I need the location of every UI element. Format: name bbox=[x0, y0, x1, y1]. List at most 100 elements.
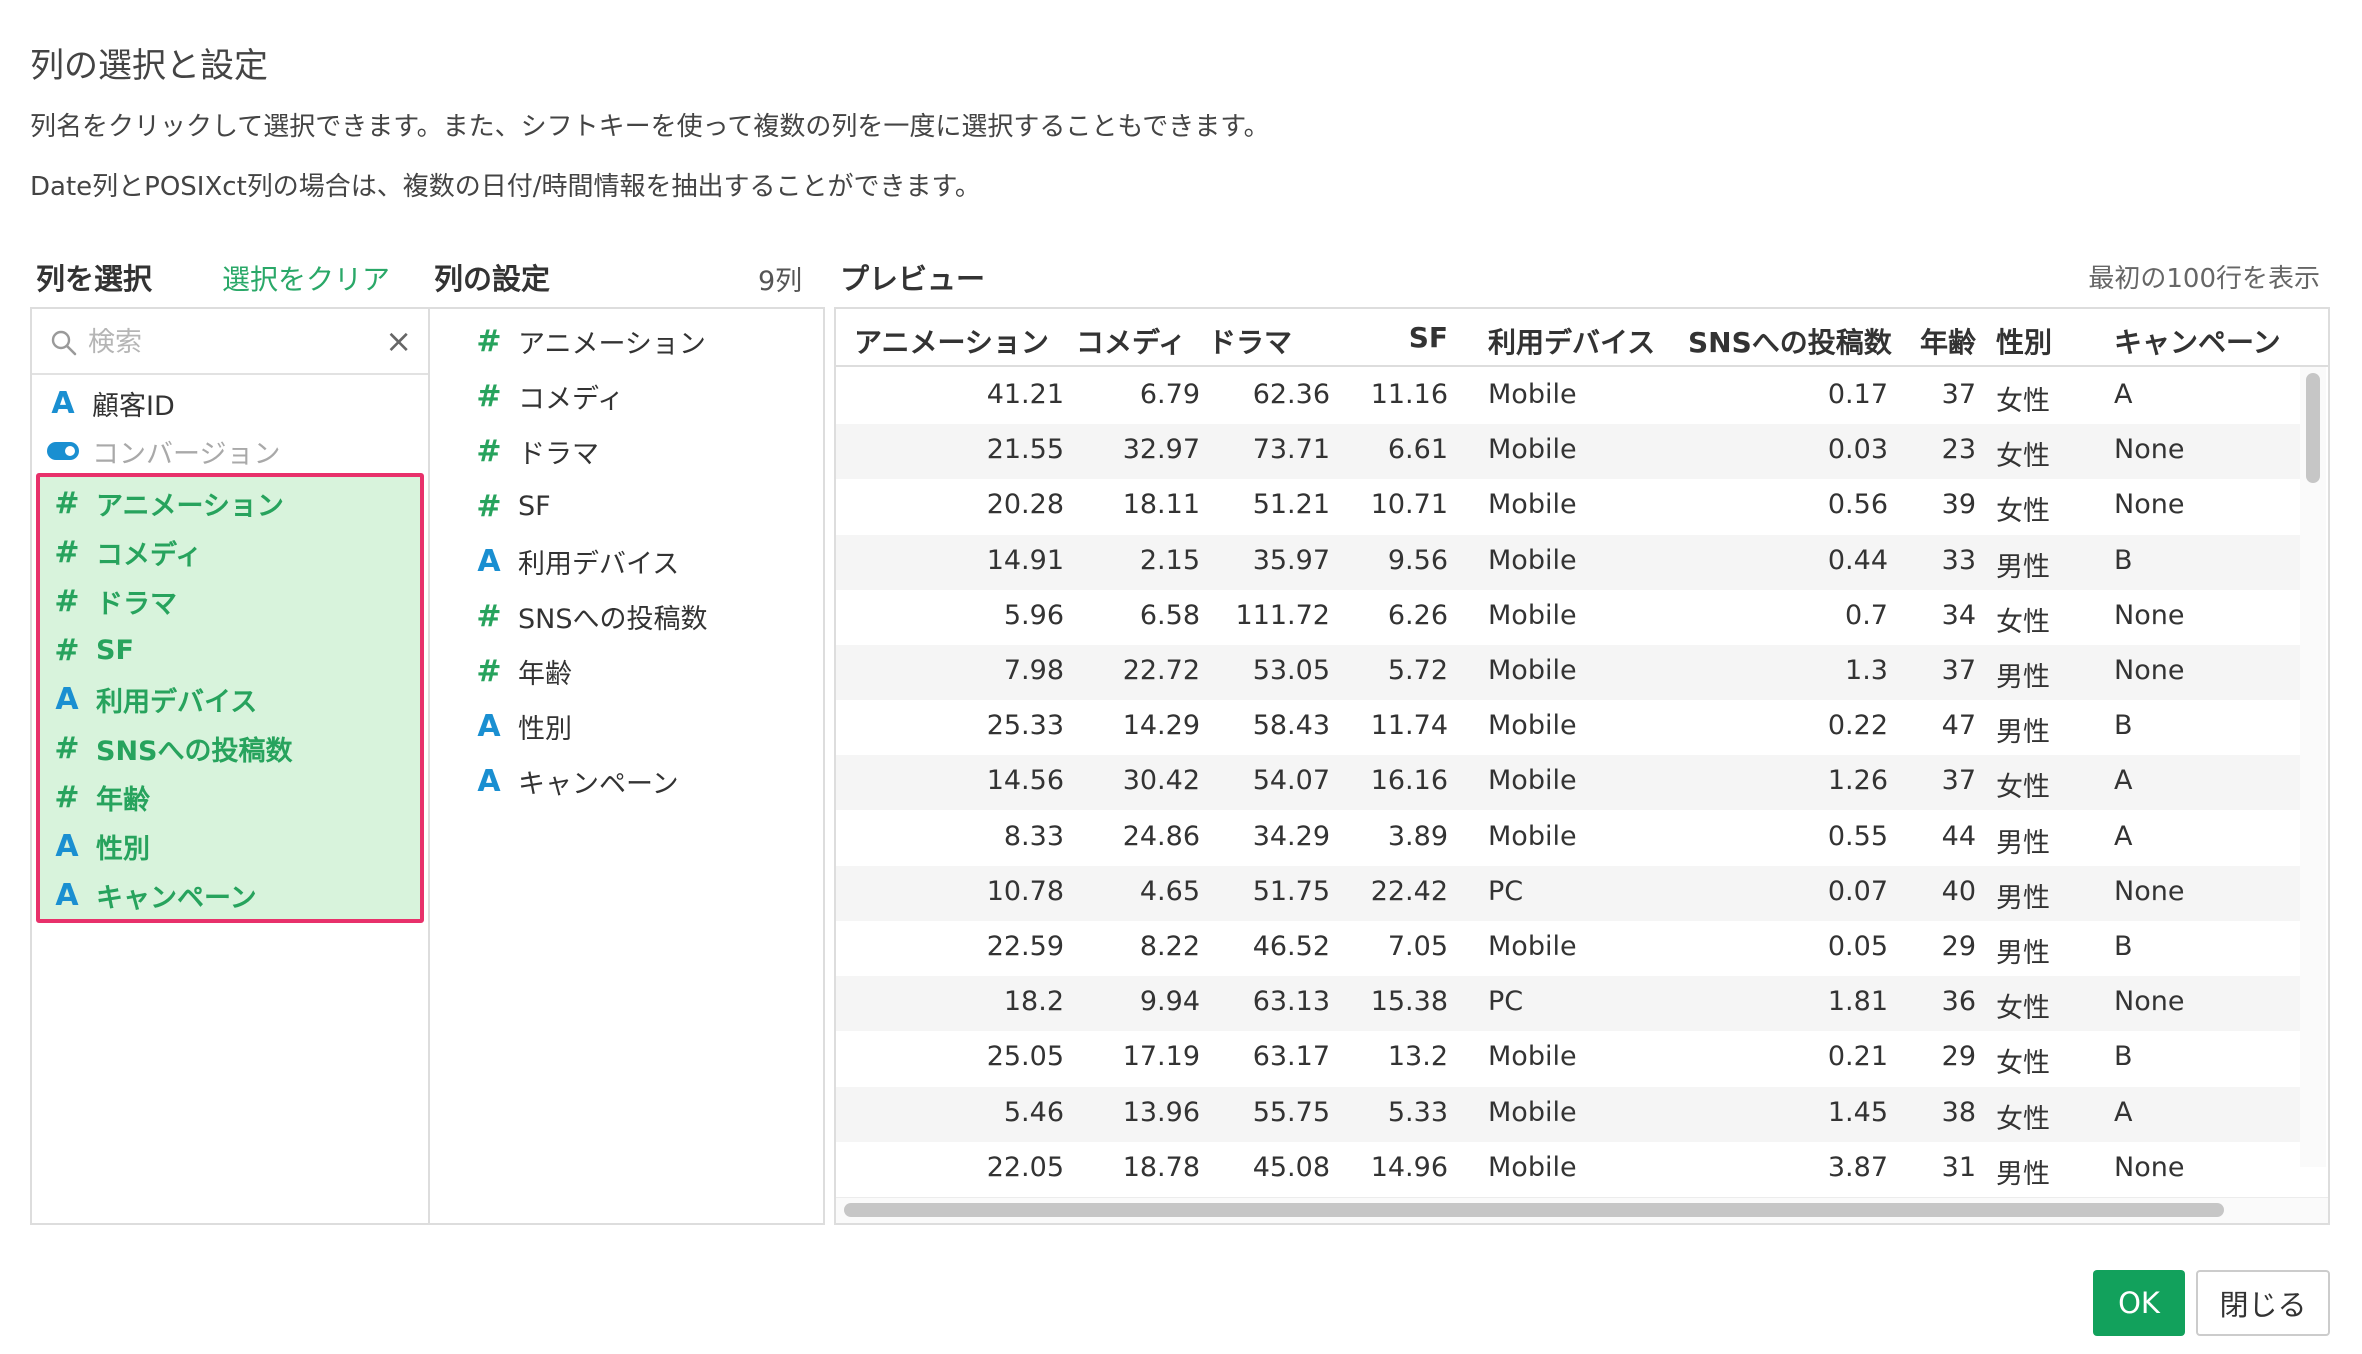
table-cell: 1.45 bbox=[1827, 1096, 1888, 1128]
horizontal-scrollbar[interactable] bbox=[836, 1197, 2328, 1223]
settings-item[interactable]: # SNSへの投稿数 bbox=[430, 592, 823, 640]
column-header: アニメーション bbox=[854, 326, 1049, 359]
table-cell: 54.07 bbox=[1252, 765, 1330, 797]
number-type-icon: # bbox=[476, 488, 502, 524]
table-cell: 2.15 bbox=[1139, 544, 1200, 576]
number-type-icon: # bbox=[54, 730, 80, 766]
table-cell: 7.05 bbox=[1387, 931, 1448, 962]
table-row: 8.33 24.86 34.29 3.89 Mobile 0.55 44 男性 A bbox=[836, 811, 2302, 866]
column-count: 9列 bbox=[758, 266, 803, 297]
table-cell: 0.05 bbox=[1827, 931, 1888, 962]
ok-button[interactable]: OK bbox=[2093, 1270, 2185, 1336]
table-cell: 32.97 bbox=[1122, 434, 1200, 466]
table-cell: 女性 bbox=[1996, 386, 2050, 417]
selected-item[interactable]: A 性別 bbox=[40, 822, 420, 870]
table-cell: Mobile bbox=[1488, 655, 1577, 686]
table-cell: None bbox=[2114, 434, 2185, 466]
close-icon[interactable]: × bbox=[385, 323, 412, 359]
settings-item[interactable]: # コメディ bbox=[430, 372, 823, 420]
settings-item[interactable]: A 利用デバイス bbox=[430, 537, 823, 585]
vertical-scrollbar-thumb[interactable] bbox=[2306, 373, 2320, 483]
table-cell: 16.16 bbox=[1370, 765, 1448, 797]
table-cell: 9.56 bbox=[1387, 544, 1448, 576]
settings-item-label: ドラマ bbox=[518, 438, 599, 470]
table-header: アニメーション コメディ ドラマ SF 利用デバイス SNSへの投稿数 年齢 性別 キャンペーン bbox=[836, 309, 2328, 367]
table-cell: 111.72 bbox=[1235, 599, 1330, 631]
table-cell: 22.59 bbox=[986, 931, 1064, 962]
column-select-panel: × A 顧客ID コンバージョン # アニメーション # コメディ # ドラマ bbox=[30, 307, 428, 1225]
table-cell: 女性 bbox=[1996, 496, 2050, 528]
table-cell: 1.3 bbox=[1845, 655, 1888, 686]
table-cell: 51.21 bbox=[1252, 489, 1330, 521]
list-item-label: 利用デバイス bbox=[96, 686, 258, 718]
table-cell: 女性 bbox=[1996, 993, 2050, 1025]
selected-item[interactable]: # アニメーション bbox=[40, 479, 420, 527]
column-header: 年齢 bbox=[1919, 326, 1976, 359]
table-cell: 73.71 bbox=[1252, 434, 1330, 466]
list-item-conversion[interactable]: コンバージョン bbox=[32, 427, 428, 475]
settings-item[interactable]: # 年齢 bbox=[430, 647, 823, 695]
table-cell: Mobile bbox=[1488, 1041, 1577, 1073]
selected-item[interactable]: # 年齢 bbox=[40, 773, 420, 821]
selected-item[interactable]: # ドラマ bbox=[40, 577, 420, 625]
table-cell: 29 bbox=[1941, 931, 1976, 962]
table-cell: 18.2 bbox=[1003, 986, 1064, 1018]
selected-item[interactable]: # SF bbox=[40, 626, 420, 674]
table-row: 22.59 8.22 46.52 7.05 Mobile 0.05 29 男性 B bbox=[836, 921, 2302, 976]
horizontal-scrollbar-thumb[interactable] bbox=[844, 1203, 2224, 1217]
list-item-customer-id[interactable]: A 顧客ID bbox=[32, 379, 428, 427]
settings-item[interactable]: # ドラマ bbox=[430, 427, 823, 475]
table-cell: 22.05 bbox=[986, 1151, 1064, 1183]
dialog-title: 列の選択と設定 bbox=[30, 46, 268, 86]
table-cell: 13.96 bbox=[1122, 1096, 1200, 1128]
dialog-description-1: 列名をクリックして選択できます。また、シフトキーを使って複数の列を一度に選択する… bbox=[30, 112, 1270, 142]
table-cell: B bbox=[2114, 1041, 2133, 1073]
table-cell: Mobile bbox=[1488, 489, 1577, 521]
selected-item[interactable]: # コメディ bbox=[40, 528, 420, 576]
table-cell: 男性 bbox=[1996, 717, 2050, 749]
table-cell: 35.97 bbox=[1252, 544, 1330, 576]
table-cell: 44 bbox=[1941, 820, 1976, 852]
list-item-label: コメディ bbox=[96, 539, 203, 571]
number-type-icon: # bbox=[54, 534, 80, 570]
table-cell: Mobile bbox=[1488, 1151, 1577, 1183]
table-cell: 63.13 bbox=[1252, 986, 1330, 1018]
table-cell: B bbox=[2114, 931, 2133, 962]
list-item-label: 性別 bbox=[96, 833, 150, 865]
table-cell: 30.42 bbox=[1122, 765, 1200, 797]
table-cell: None bbox=[2114, 655, 2185, 686]
close-button[interactable]: 閉じる bbox=[2196, 1270, 2330, 1336]
preview-header: プレビュー bbox=[840, 262, 986, 296]
column-header: コメディ bbox=[1076, 326, 1187, 359]
selected-item[interactable]: A キャンペーン bbox=[40, 871, 420, 919]
clear-selection-link[interactable]: 選択をクリア bbox=[222, 258, 390, 298]
table-cell: 10.78 bbox=[986, 875, 1064, 907]
table-cell: 17.19 bbox=[1122, 1041, 1200, 1073]
settings-item[interactable]: A キャンペーン bbox=[430, 757, 823, 805]
settings-item-label: 利用デバイス bbox=[518, 548, 680, 580]
table-cell: Mobile bbox=[1488, 599, 1577, 631]
table-cell: 女性 bbox=[1996, 1103, 2050, 1135]
number-type-icon: # bbox=[54, 779, 80, 815]
table-cell: 6.58 bbox=[1139, 599, 1200, 631]
table-cell: A bbox=[2114, 379, 2133, 410]
table-cell: 0.7 bbox=[1845, 599, 1888, 631]
table-cell: 9.94 bbox=[1139, 986, 1200, 1018]
table-cell: 8.22 bbox=[1139, 931, 1200, 962]
table-cell: 3.87 bbox=[1827, 1151, 1888, 1183]
selected-item[interactable]: A 利用デバイス bbox=[40, 675, 420, 723]
table-cell: 11.16 bbox=[1370, 379, 1448, 410]
table-cell: 1.26 bbox=[1827, 765, 1888, 797]
table-cell: 41.21 bbox=[986, 379, 1064, 410]
settings-item[interactable]: A 性別 bbox=[430, 702, 823, 750]
table-cell: 63.17 bbox=[1252, 1041, 1330, 1073]
settings-item[interactable]: # SF bbox=[430, 482, 823, 530]
search-input[interactable] bbox=[88, 321, 378, 363]
vertical-scrollbar[interactable] bbox=[2300, 367, 2326, 1167]
settings-item[interactable]: # アニメーション bbox=[430, 317, 823, 365]
table-cell: 6.79 bbox=[1139, 379, 1200, 410]
table-cell: 0.22 bbox=[1827, 710, 1888, 742]
column-header: 利用デバイス bbox=[1488, 326, 1656, 359]
table-cell: Mobile bbox=[1488, 820, 1577, 852]
selected-item[interactable]: # SNSへの投稿数 bbox=[40, 724, 420, 772]
